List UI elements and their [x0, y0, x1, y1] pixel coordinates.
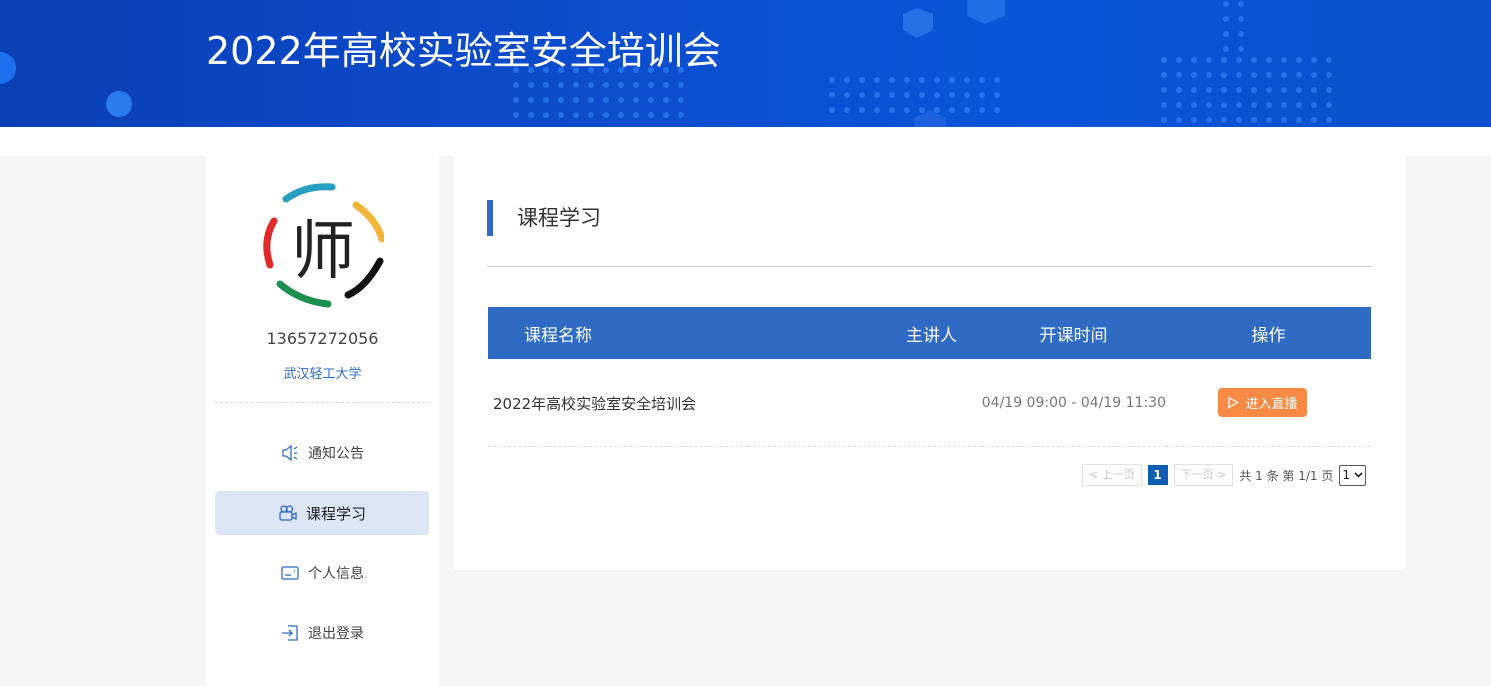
column-header-speaker: 主讲人: [748, 307, 981, 359]
column-header-time: 开课时间: [981, 307, 1166, 359]
course-speaker: [748, 359, 981, 447]
header-spacer: [0, 127, 1491, 155]
sidebar-item-logout[interactable]: 退出登录: [215, 611, 429, 655]
sidebar-divider: [215, 402, 430, 403]
page-select[interactable]: 1: [1339, 464, 1366, 486]
column-header-name: 课程名称: [488, 307, 748, 359]
course-name: 2022年高校实验室安全培训会: [488, 359, 748, 447]
enter-live-button[interactable]: 进入直播: [1218, 388, 1307, 417]
next-page-button[interactable]: 下一页 >: [1173, 464, 1234, 486]
table-row: 2022年高校实验室安全培训会 04/19 09:00 - 04/19 11:3…: [488, 359, 1371, 447]
sidebar-item-profile[interactable]: 个人信息: [215, 551, 429, 595]
sidebar-item-label: 退出登录: [308, 626, 364, 642]
prev-page-button[interactable]: < 上一页: [1081, 464, 1142, 486]
sidebar-item-label: 课程学习: [305, 504, 366, 523]
page-select-value: 1: [1342, 468, 1350, 482]
course-time: 04/19 09:00 - 04/19 11:30: [981, 359, 1166, 447]
table-header-row: 课程名称 主讲人 开课时间 操作: [488, 307, 1371, 359]
avatar: 师: [263, 183, 384, 308]
header-banner: 2022年高校实验室安全培训会: [0, 0, 1491, 127]
section-divider: [487, 266, 1373, 267]
sidebar-item-label: 通知公告: [308, 446, 364, 462]
sidebar-item-notices[interactable]: 通知公告: [215, 431, 429, 475]
page-summary: 共 1 条 第 1/1 页: [1239, 468, 1334, 483]
page-title: 2022年高校实验室安全培训会: [206, 29, 721, 73]
sidebar-item-courses[interactable]: 课程学习: [215, 491, 429, 535]
id-card-icon: [280, 563, 300, 583]
play-icon: [1228, 396, 1240, 409]
column-header-action: 操作: [1166, 307, 1371, 359]
sidebar: 师 13657272056 武汉轻工大学 通知公告 课程学习 个人信息 退出登录: [206, 155, 439, 686]
sidebar-item-label: 个人信息: [308, 566, 364, 582]
main-panel: 课程学习 课程名称 主讲人 开课时间 操作 2022年高校实验室安全培训会 04…: [454, 155, 1406, 570]
user-school: 武汉轻工大学: [283, 367, 362, 382]
speaker-icon: [280, 443, 300, 463]
video-camera-icon: [278, 503, 298, 523]
course-table: 课程名称 主讲人 开课时间 操作 2022年高校实验室安全培训会 04/19 0…: [488, 307, 1371, 447]
logout-icon: [280, 623, 300, 643]
pagination: < 上一页 1 下一页 > 共 1 条 第 1/1 页 1: [1081, 464, 1366, 486]
section-title: 课程学习: [487, 200, 601, 236]
avatar-glyph: 师: [291, 215, 355, 289]
course-action-cell: 进入直播: [1166, 359, 1371, 447]
enter-live-label: 进入直播: [1245, 397, 1298, 412]
user-phone: 13657272056: [266, 329, 379, 348]
chevron-down-icon: [1354, 472, 1363, 478]
current-page[interactable]: 1: [1147, 465, 1168, 485]
